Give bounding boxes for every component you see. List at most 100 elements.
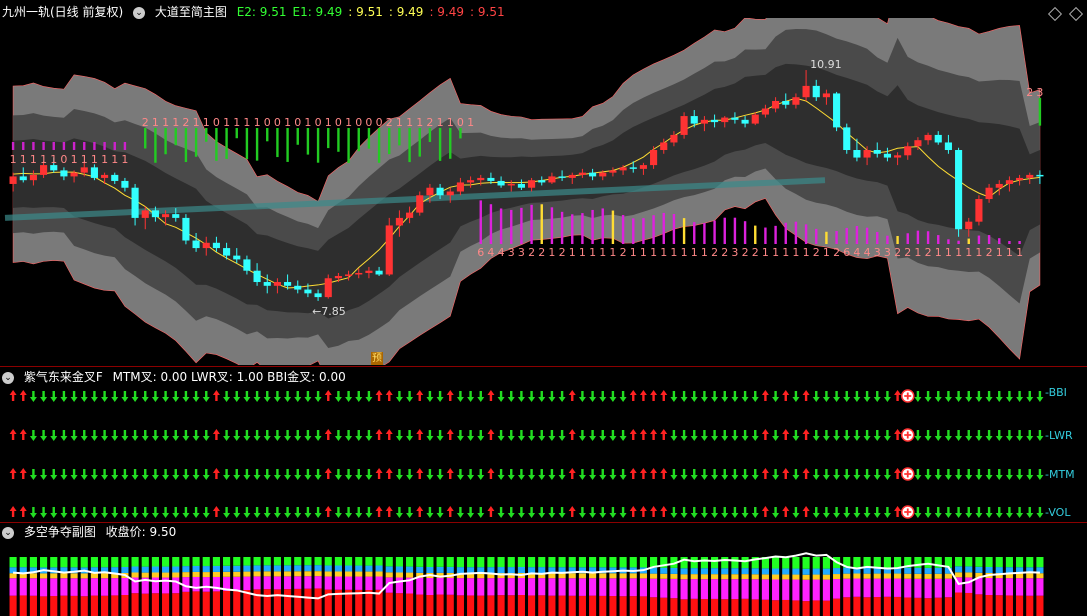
- hist-bar: [276, 128, 279, 158]
- down-arrow-icon: [101, 469, 109, 480]
- stacked-bar: [202, 572, 210, 578]
- hist-bar: [184, 128, 188, 163]
- hist-bar: [245, 128, 249, 160]
- panel2-values: MTM叉: 0.00 LWR叉: 1.00 BBI金叉: 0.00: [112, 370, 346, 384]
- down-arrow-icon: [121, 469, 129, 480]
- hist-bar: [93, 142, 96, 150]
- stacked-bar: [50, 578, 58, 597]
- stacked-bar: [772, 579, 780, 601]
- stacked-bar: [853, 596, 861, 616]
- stacked-bar: [172, 557, 180, 567]
- stacked-bar: [578, 557, 586, 568]
- stock-title[interactable]: 九州一轨(日线 前复权): [2, 5, 123, 19]
- hist-bar: [52, 142, 55, 150]
- stacked-bar: [812, 600, 820, 616]
- up-arrow-icon: [212, 390, 220, 401]
- down-arrow-icon: [223, 469, 231, 480]
- candle-body: [70, 172, 78, 177]
- stacked-bar: [772, 574, 780, 580]
- down-arrow-icon: [995, 507, 1003, 518]
- count-digit: 1: [701, 246, 708, 259]
- stacked-bar: [446, 557, 454, 567]
- candle-body: [680, 116, 688, 135]
- down-arrow-icon: [334, 507, 342, 518]
- stacked-bar: [944, 578, 952, 598]
- hist-bar: [499, 208, 503, 244]
- count-digit: 2: [833, 246, 840, 259]
- down-arrow-icon: [680, 507, 688, 518]
- signal-row-label: -LWR: [1045, 429, 1073, 442]
- down-arrow-icon: [1005, 430, 1013, 441]
- down-arrow-icon: [273, 469, 281, 480]
- stacked-bar: [162, 557, 170, 567]
- candle-body: [731, 117, 739, 120]
- hist-bar: [682, 218, 686, 244]
- up-arrow-icon: [446, 506, 454, 517]
- stacked-bar: [273, 576, 281, 590]
- stacked-bar: [700, 557, 708, 569]
- down-arrow-icon: [985, 507, 993, 518]
- panel2-title[interactable]: 紫气东来金叉F: [24, 370, 103, 384]
- panel3-title[interactable]: 多空争夺副图: [24, 525, 96, 539]
- count-digit: 2: [426, 116, 433, 129]
- stacked-bar: [80, 578, 88, 597]
- down-arrow-icon: [883, 430, 891, 441]
- stacked-bar: [792, 579, 800, 601]
- candle-body: [202, 242, 210, 249]
- forecast-badge[interactable]: 预: [371, 352, 383, 365]
- hist-bar: [611, 210, 615, 244]
- count-digit: 2: [711, 246, 718, 259]
- stacked-bar: [1036, 578, 1044, 596]
- down-arrow-icon: [690, 430, 698, 441]
- down-arrow-icon: [822, 391, 830, 402]
- count-digit: 1: [284, 116, 291, 129]
- stacked-bar: [772, 568, 780, 575]
- down-arrow-icon: [50, 430, 58, 441]
- down-arrow-icon: [741, 469, 749, 480]
- stacked-bar: [456, 567, 464, 574]
- stacked-bar: [985, 578, 993, 595]
- down-arrow-icon: [111, 469, 119, 480]
- stacked-bar: [355, 565, 363, 572]
- chevron-down-icon[interactable]: ⌄: [133, 6, 146, 19]
- candle-body: [995, 183, 1003, 188]
- down-arrow-icon: [578, 430, 586, 441]
- up-arrow-icon: [802, 468, 810, 479]
- up-arrow-icon: [894, 390, 902, 401]
- down-arrow-icon: [934, 391, 942, 402]
- candle-body: [792, 97, 800, 105]
- candle-body: [589, 172, 597, 177]
- chevron-down-icon[interactable]: ⌄: [2, 526, 14, 539]
- up-arrow-icon: [782, 390, 790, 401]
- candle-body: [528, 180, 536, 188]
- down-arrow-icon: [792, 507, 800, 518]
- stacked-bar: [914, 597, 922, 616]
- hist-bar: [32, 142, 35, 150]
- stacked-bar: [711, 598, 719, 616]
- up-arrow-icon: [212, 429, 220, 440]
- down-arrow-icon: [192, 430, 200, 441]
- stacked-bar: [639, 596, 647, 616]
- count-digit: 1: [203, 116, 210, 129]
- down-arrow-icon: [223, 507, 231, 518]
- stacked-bar: [894, 573, 902, 579]
- count-digit: 1: [30, 153, 37, 166]
- down-arrow-icon: [172, 469, 180, 480]
- signal-row-label: -VOL: [1045, 506, 1071, 519]
- chevron-down-icon[interactable]: ⌄: [2, 371, 14, 384]
- down-arrow-icon: [70, 469, 78, 480]
- stacked-bar: [975, 577, 983, 595]
- count-digit: 1: [955, 246, 962, 259]
- down-arrow-icon: [548, 391, 556, 402]
- indicator-name[interactable]: 大道至简主图: [155, 5, 227, 19]
- stacked-bar: [863, 597, 871, 616]
- hist-bar: [835, 231, 838, 244]
- stacked-bar: [263, 576, 271, 590]
- down-arrow-icon: [589, 391, 597, 402]
- down-arrow-icon: [548, 430, 556, 441]
- up-arrow-icon: [9, 390, 17, 401]
- stacked-bar: [172, 593, 180, 616]
- stacked-bar: [467, 578, 475, 596]
- down-arrow-icon: [995, 391, 1003, 402]
- stacked-bar: [375, 576, 383, 590]
